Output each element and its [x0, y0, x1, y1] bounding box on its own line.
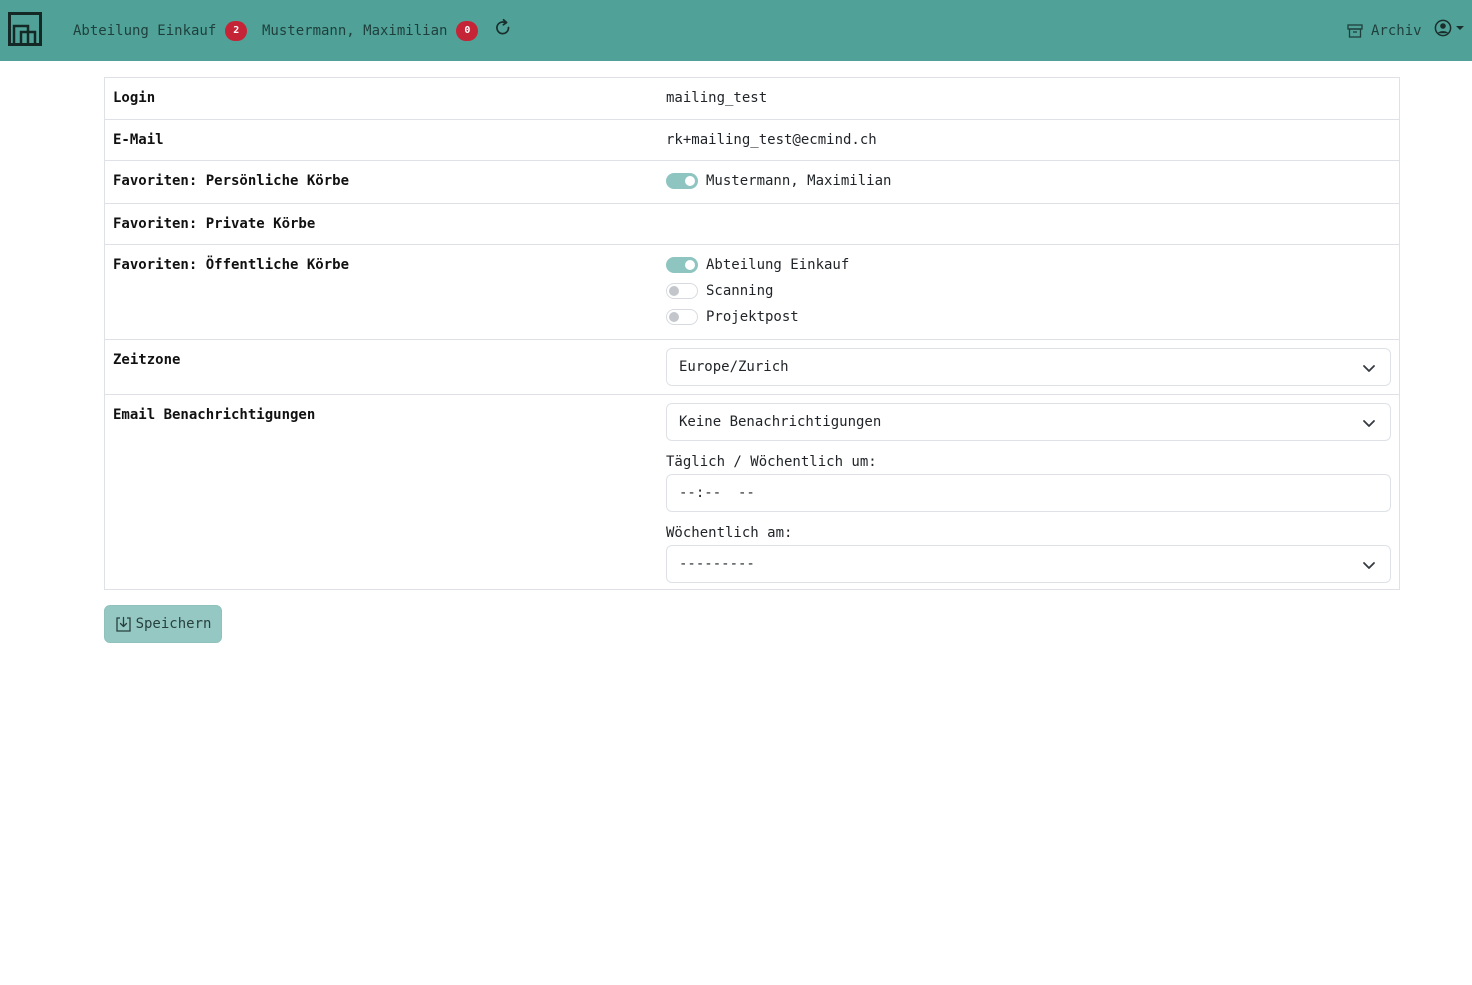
timezone-selected-value: Europe/Zurich	[679, 359, 789, 375]
email-value: rk+mailing_test@ecmind.ch	[666, 132, 877, 148]
notifications-label: Email Benachrichtigungen	[113, 407, 316, 423]
nav-archive-link[interactable]: Archiv	[1347, 0, 1422, 61]
chevron-down-icon	[1363, 562, 1375, 569]
email-label: E-Mail	[113, 132, 164, 148]
private-baskets-label: Favoriten: Private Körbe	[113, 216, 316, 232]
settings-row-email: E-Mail rk+mailing_test@ecmind.ch	[105, 119, 1399, 160]
nav-mailbox-personal[interactable]: Mustermann, Maximilian 0	[262, 0, 479, 61]
archive-icon	[1347, 23, 1363, 38]
notification-time-input[interactable]: --:-- --	[666, 474, 1391, 512]
public-basket-label: Projektpost	[706, 309, 799, 325]
nav-archive-label: Archiv	[1371, 22, 1422, 39]
personal-basket-label: Mustermann, Maximilian	[706, 173, 892, 189]
notification-time-label: Täglich / Wöchentlich um:	[666, 454, 877, 470]
login-value: mailing_test	[666, 90, 768, 106]
notification-frequency-value: Keine Benachrichtigungen	[679, 414, 882, 430]
public-basket-label: Abteilung Einkauf	[706, 257, 850, 273]
unread-count-badge: 2	[225, 20, 248, 41]
nav-mailbox-department[interactable]: Abteilung Einkauf 2	[73, 0, 248, 61]
public-baskets-label: Favoriten: Öffentliche Körbe	[113, 257, 350, 273]
public-basket-label: Scanning	[706, 283, 774, 299]
login-label: Login	[113, 90, 156, 106]
public-basket-toggle-einkauf[interactable]: Abteilung Einkauf	[666, 252, 1391, 278]
save-button[interactable]: Speichern	[104, 605, 222, 643]
toggle-switch[interactable]	[666, 283, 698, 299]
public-basket-toggle-projektpost[interactable]: Projektpost	[666, 304, 1391, 330]
settings-row-private-baskets: Favoriten: Private Körbe	[105, 203, 1399, 244]
nav-mailbox-department-label: Abteilung Einkauf	[73, 22, 217, 39]
settings-row-notifications: Email Benachrichtigungen Keine Benachric…	[105, 394, 1399, 589]
notification-frequency-select[interactable]: Keine Benachrichtigungen	[666, 403, 1391, 441]
user-circle-icon	[1434, 19, 1452, 37]
notification-time-value: --:-- --	[679, 485, 755, 501]
chevron-down-icon	[1363, 420, 1375, 427]
timezone-label: Zeitzone	[113, 352, 181, 368]
timezone-select[interactable]: Europe/Zurich	[666, 348, 1391, 386]
top-navbar: Abteilung Einkauf 2 Mustermann, Maximili…	[0, 0, 1472, 61]
user-settings-table: Login mailing_test E-Mail rk+mailing_tes…	[104, 77, 1400, 590]
caret-down-icon	[1456, 26, 1464, 30]
public-basket-toggle-scanning[interactable]: Scanning	[666, 278, 1391, 304]
toggle-switch[interactable]	[666, 173, 698, 189]
settings-row-timezone: Zeitzone Europe/Zurich	[105, 339, 1399, 394]
notification-weekday-select[interactable]: ---------	[666, 545, 1391, 583]
settings-row-personal-baskets: Favoriten: Persönliche Körbe Mustermann,…	[105, 160, 1399, 203]
nav-mailbox-personal-label: Mustermann, Maximilian	[262, 22, 448, 39]
toggle-switch[interactable]	[666, 257, 698, 273]
notification-weekday-value: ---------	[679, 556, 755, 572]
personal-basket-toggle[interactable]: Mustermann, Maximilian	[666, 168, 1391, 194]
user-menu-dropdown[interactable]	[1434, 19, 1465, 37]
notification-weekday-label: Wöchentlich am:	[666, 525, 793, 541]
toggle-switch[interactable]	[666, 309, 698, 325]
save-download-icon	[115, 616, 131, 632]
unread-count-badge: 0	[456, 20, 479, 41]
personal-baskets-label: Favoriten: Persönliche Körbe	[113, 173, 350, 189]
settings-row-login: Login mailing_test	[105, 78, 1399, 119]
settings-row-public-baskets: Favoriten: Öffentliche Körbe Abteilung E…	[105, 244, 1399, 339]
chevron-down-icon	[1363, 365, 1375, 372]
save-button-label: Speichern	[135, 616, 212, 632]
app-logo-icon[interactable]	[8, 12, 42, 46]
refresh-icon[interactable]	[493, 18, 513, 38]
